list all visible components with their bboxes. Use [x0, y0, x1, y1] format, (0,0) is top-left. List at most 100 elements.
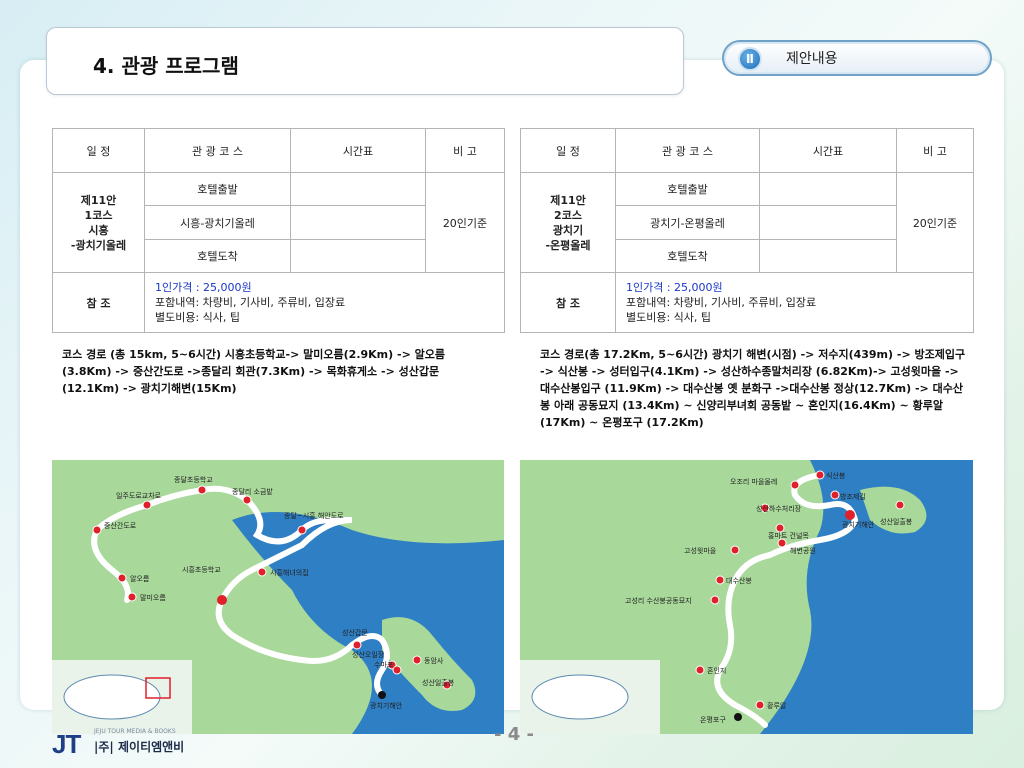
marker	[730, 545, 740, 555]
marker	[297, 525, 307, 535]
map-label: 종달초등학교	[174, 475, 213, 484]
map-label: 온평포구	[700, 715, 726, 724]
note-cell: 20인기준	[896, 172, 974, 273]
table-header-row: 일 정 관 광 코 스 시간표 비 고	[52, 128, 505, 173]
map-label: 성산오일장	[352, 650, 385, 659]
marker	[845, 510, 855, 520]
extra-cost-text: 별도비용: 식사, 팁	[155, 311, 241, 324]
marker	[895, 500, 905, 510]
map-label: 종달리 소금밭	[232, 487, 273, 496]
time-cell	[759, 172, 897, 206]
reference-cell: 1인가격 : 25,000원 포함내역: 차량비, 기사비, 주류비, 입장료 …	[615, 272, 974, 333]
reference-row: 참 조 1인가격 : 25,000원 포함내역: 차량비, 기사비, 주류비, …	[520, 272, 974, 333]
map-label: 일주도로교차로	[116, 491, 162, 500]
schedule-table-2: 일 정 관 광 코 스 시간표 비 고 제11안 2코스 광치기 -온평올레 호…	[520, 128, 974, 333]
schedule-line: -광치기올레	[70, 238, 127, 252]
schedule-table-1: 일 정 관 광 코 스 시간표 비 고 제11안 1코스 시흥 -광치기올레 호…	[52, 128, 505, 333]
marker	[777, 538, 787, 548]
course-cell: 호텔도착	[144, 239, 291, 273]
includes-text: 포함내역: 차량비, 기사비, 주류비, 입장료	[155, 296, 346, 309]
schedule-line: 제11안	[80, 193, 117, 207]
logo-company-name: |주| 제이티엠앤비	[94, 740, 185, 754]
time-cell	[290, 172, 426, 206]
logo-mark: JT	[52, 729, 81, 759]
map-label: 고성리 수산봉공동묘지	[625, 596, 692, 605]
table-row: 제11안 1코스 시흥 -광치기올레 호텔출발 20인기준	[52, 172, 505, 273]
logo-tagline: JEJU TOUR MEDIA & BOOKS	[94, 728, 176, 735]
map-label: 성산하수처리장	[756, 504, 802, 513]
schedule-line: -온평올레	[545, 238, 591, 252]
col-header: 시간표	[290, 128, 426, 173]
map-label: 종달~시흥 해안도로	[284, 511, 344, 520]
map-label: 식산봉	[826, 471, 846, 480]
marker	[142, 500, 152, 510]
roman-numeral-icon: Ⅱ	[738, 47, 762, 71]
map-label: 동암사	[424, 656, 444, 665]
marker	[257, 567, 267, 577]
map-label: 광치기해안	[370, 701, 403, 710]
course-cell: 시흥-광치기올레	[144, 205, 291, 240]
route-map-2: 오조리 마을올레 식산봉 방조제길 성산하수처리장 광치기해안 성산일출봉 홍마…	[520, 460, 973, 734]
time-cell	[290, 239, 426, 273]
marker	[392, 665, 402, 675]
col-header: 일 정	[52, 128, 145, 173]
map-label: 성산일출봉	[422, 678, 455, 687]
schedule-cell: 제11안 2코스 광치기 -온평올레	[520, 172, 616, 273]
map-label: 수마포	[374, 660, 394, 669]
time-cell	[759, 239, 897, 273]
marker	[710, 595, 720, 605]
marker	[734, 713, 742, 721]
section-label: 제안내용	[786, 51, 838, 67]
marker	[775, 523, 785, 533]
col-header: 비 고	[896, 128, 974, 173]
marker	[127, 592, 137, 602]
marker	[695, 665, 705, 675]
company-logo: JT JEJU TOUR MEDIA & BOOKS |주| 제이티엠앤비	[52, 726, 212, 759]
map-label: 성산갑문	[342, 628, 368, 637]
map-label: 알오름	[130, 574, 150, 583]
reference-label: 참 조	[52, 272, 145, 333]
course-cell: 호텔출발	[615, 172, 760, 206]
map-label: 방조제길	[840, 492, 866, 501]
schedule-line: 시흥	[88, 223, 109, 237]
reference-row: 참 조 1인가격 : 25,000원 포함내역: 차량비, 기사비, 주류비, …	[52, 272, 505, 333]
col-header: 관 광 코 스	[144, 128, 291, 173]
marker	[352, 640, 362, 650]
jeju-island-outline	[531, 674, 629, 720]
schedule-line: 1코스	[84, 208, 113, 222]
marker	[117, 573, 127, 583]
page-title: 4. 관광 프로그램	[93, 54, 239, 78]
section-badge: Ⅱ 제안내용	[722, 40, 992, 76]
map-label: 해변공원	[790, 546, 816, 555]
col-header: 일 정	[520, 128, 616, 173]
price-text: 1인가격 : 25,000원	[626, 281, 723, 294]
note-cell: 20인기준	[425, 172, 505, 273]
table-row: 제11안 2코스 광치기 -온평올레 호텔출발 20인기준	[520, 172, 974, 273]
course-cell: 호텔도착	[615, 239, 760, 273]
title-box: 4. 관광 프로그램	[46, 27, 684, 95]
map-label: 홍마트 건널목	[768, 531, 809, 540]
marker	[715, 575, 725, 585]
col-header: 관 광 코 스	[615, 128, 760, 173]
extra-cost-text: 별도비용: 식사, 팁	[626, 311, 712, 324]
price-text: 1인가격 : 25,000원	[155, 281, 252, 294]
map-label: 고성윗마을	[684, 546, 717, 555]
col-header: 비 고	[425, 128, 505, 173]
schedule-line: 광치기	[552, 223, 584, 237]
marker	[815, 470, 825, 480]
map-label: 대수산봉	[726, 576, 752, 585]
map-label: 말미오름	[140, 593, 166, 602]
map-label: 성산일출봉	[880, 517, 913, 526]
map-label: 오조리 마을올레	[730, 477, 777, 486]
marker	[790, 480, 800, 490]
map-label: 혼인지	[707, 666, 726, 675]
schedule-cell: 제11안 1코스 시흥 -광치기올레	[52, 172, 145, 273]
table-header-row: 일 정 관 광 코 스 시간표 비 고	[520, 128, 974, 173]
marker	[92, 525, 102, 535]
map-label: 광치기해안	[842, 520, 875, 529]
marker	[755, 700, 765, 710]
schedule-line: 제11안	[550, 193, 586, 207]
map-label: 시흥해녀의집	[270, 568, 309, 577]
course-route-1: 코스 경로 (총 15km, 5~6시간) 시흥초등학교-> 말미오름(2.9K…	[62, 348, 445, 395]
time-cell	[759, 205, 897, 240]
